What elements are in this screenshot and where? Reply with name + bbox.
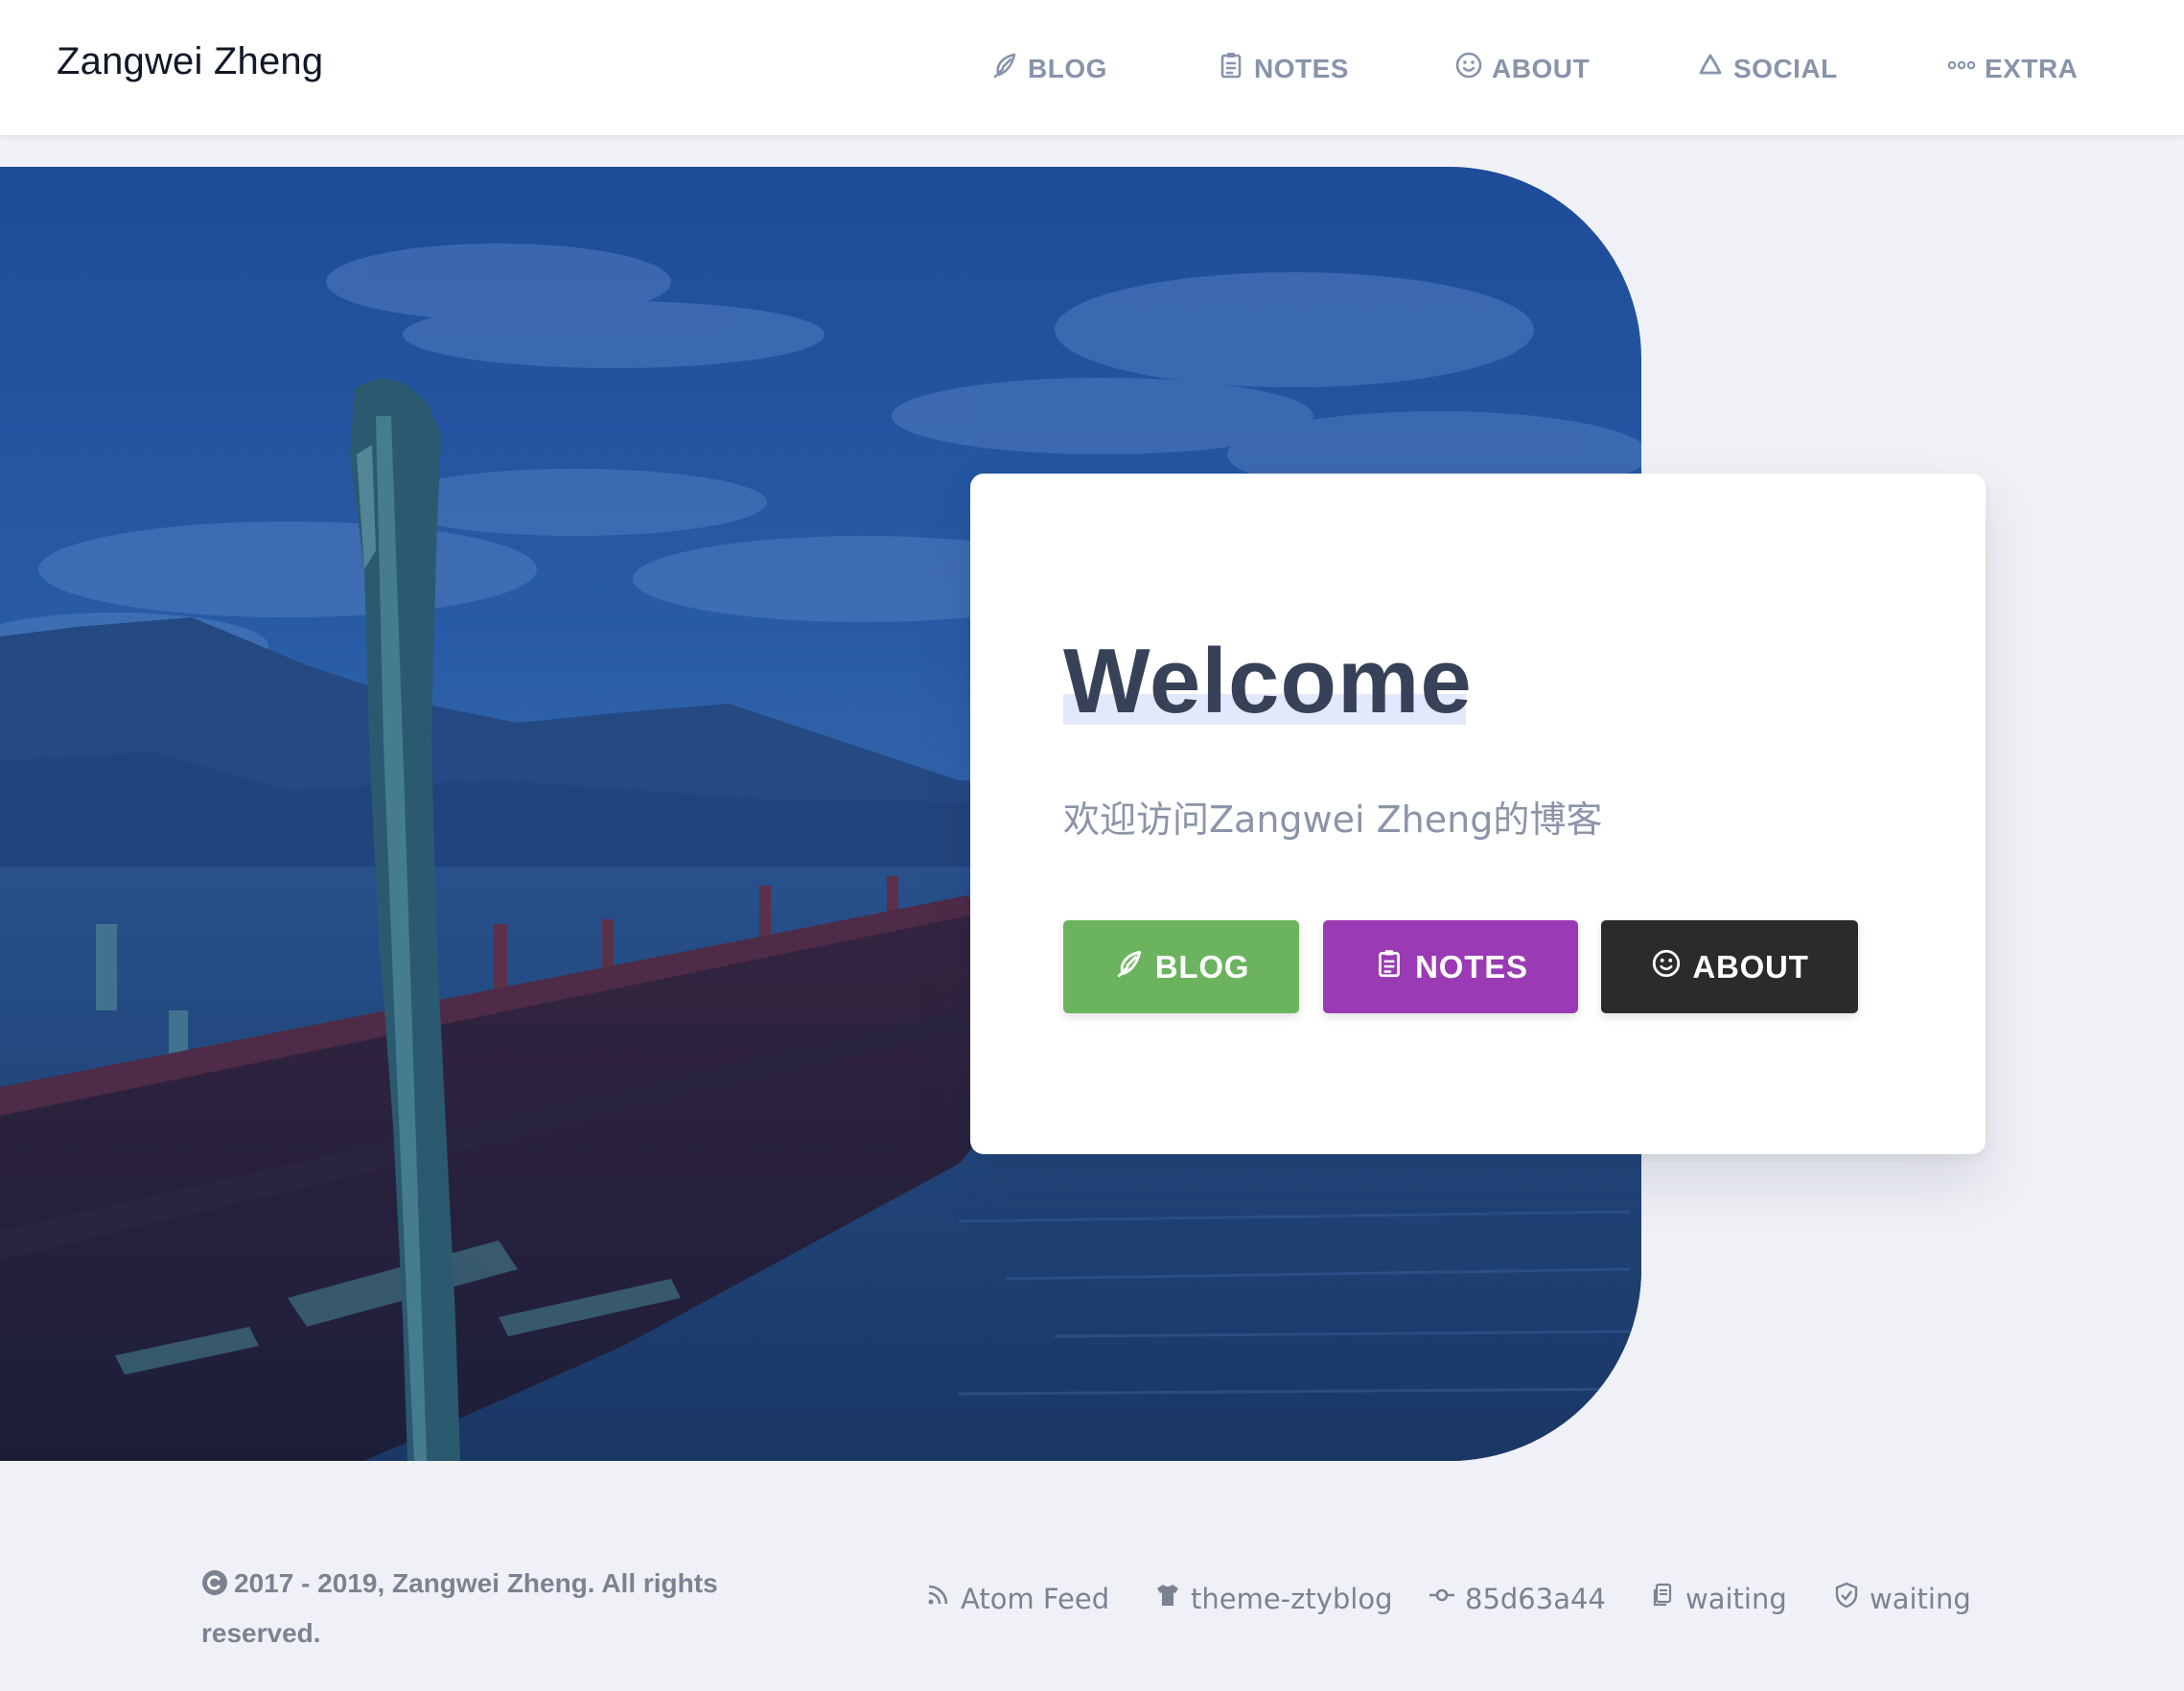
- about-button[interactable]: ABOUT: [1601, 920, 1858, 1013]
- clipboard-icon: [1216, 50, 1246, 87]
- shield-icon: [1833, 1582, 1860, 1615]
- blog-button-label: BLOG: [1154, 948, 1250, 984]
- footer-status-1[interactable]: waiting: [1649, 1582, 1787, 1615]
- site-header: Zangwei Zheng BLOG NOTES ABOUT SOCIAL EX…: [0, 0, 2184, 135]
- footer-status-2[interactable]: waiting: [1833, 1582, 1971, 1615]
- footer-atom-feed[interactable]: Atom Feed: [924, 1582, 1109, 1615]
- recycle-icon: [1695, 50, 1726, 87]
- feather-icon: [1113, 947, 1146, 987]
- nav-notes[interactable]: NOTES: [1216, 50, 1349, 87]
- copyright-icon: [201, 1564, 228, 1610]
- welcome-card: Welcome 欢迎访问Zangwei Zheng的博客 BLOG NOTES …: [970, 474, 1986, 1154]
- notes-button-label: NOTES: [1415, 948, 1528, 984]
- page-subtitle: 欢迎访问Zangwei Zheng的博客: [1063, 799, 1603, 841]
- footer-status-1-label: waiting: [1685, 1582, 1787, 1615]
- page-title: Welcome: [1063, 630, 1473, 732]
- nav-blog[interactable]: BLOG: [989, 50, 1107, 87]
- nav-blog-label: BLOG: [1028, 53, 1107, 83]
- footer-atom-feed-label: Atom Feed: [961, 1582, 1110, 1615]
- smiley-icon: [1453, 50, 1484, 87]
- nav-notes-label: NOTES: [1254, 53, 1349, 83]
- footer-commit-label: 85d63a44: [1465, 1582, 1606, 1615]
- clipboard-icon: [1373, 947, 1406, 987]
- tshirt-icon: [1154, 1582, 1181, 1615]
- nav-about-label: ABOUT: [1492, 53, 1591, 83]
- rss-icon: [924, 1582, 951, 1615]
- main-nav: BLOG NOTES ABOUT SOCIAL EXTRA: [0, 0, 2184, 135]
- notes-button[interactable]: NOTES: [1323, 920, 1578, 1013]
- nav-social[interactable]: SOCIAL: [1695, 50, 1838, 87]
- copyright: 2017 - 2019, Zangwei Zheng. All rights r…: [201, 1561, 777, 1656]
- dots-icon: [1946, 50, 1977, 87]
- footer-theme-label: theme-ztyblog: [1191, 1582, 1393, 1615]
- title-wrap: Welcome: [1063, 629, 1473, 734]
- footer-commit[interactable]: 85d63a44: [1429, 1582, 1606, 1615]
- nav-about[interactable]: ABOUT: [1453, 50, 1590, 87]
- blog-button[interactable]: BLOG: [1063, 920, 1299, 1013]
- footer-status-2-label: waiting: [1870, 1582, 1971, 1615]
- page: Zangwei Zheng BLOG NOTES ABOUT SOCIAL EX…: [0, 0, 2184, 1691]
- nav-extra[interactable]: EXTRA: [1946, 50, 2078, 87]
- commit-icon: [1429, 1582, 1455, 1615]
- nav-extra-label: EXTRA: [1985, 53, 2079, 83]
- feather-icon: [989, 50, 1020, 87]
- copyright-text: 2017 - 2019, Zangwei Zheng. All rights r…: [201, 1568, 718, 1648]
- copy-icon: [1649, 1582, 1676, 1615]
- smiley-icon: [1650, 947, 1683, 987]
- footer-theme[interactable]: theme-ztyblog: [1154, 1582, 1393, 1615]
- about-button-label: ABOUT: [1692, 948, 1809, 984]
- nav-social-label: SOCIAL: [1733, 53, 1838, 83]
